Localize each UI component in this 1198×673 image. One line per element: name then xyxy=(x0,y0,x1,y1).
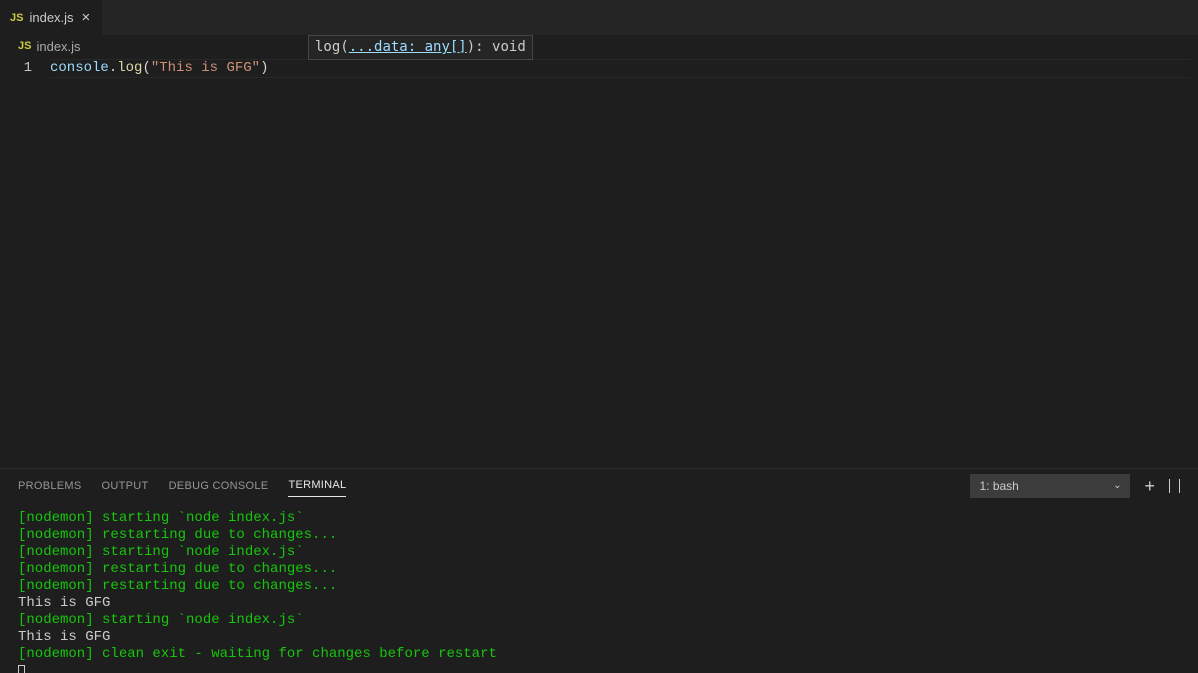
terminal-output[interactable]: [nodemon] starting `node index.js`[nodem… xyxy=(0,502,1198,673)
terminal-line: [nodemon] starting `node index.js` xyxy=(18,612,1180,629)
tab-bar: JS index.js × xyxy=(0,0,1198,35)
terminal-cursor-line[interactable] xyxy=(18,663,1180,673)
panel-tabbar: PROBLEMS OUTPUT DEBUG CONSOLE TERMINAL 1… xyxy=(0,469,1198,502)
terminal-line: [nodemon] restarting due to changes... xyxy=(18,527,1180,544)
tab-output[interactable]: OUTPUT xyxy=(102,475,149,497)
tab-problems[interactable]: PROBLEMS xyxy=(18,475,82,497)
line-gutter: 1 xyxy=(0,57,50,468)
line-number: 1 xyxy=(0,59,32,78)
terminal-line: [nodemon] starting `node index.js` xyxy=(18,544,1180,561)
js-file-icon: JS xyxy=(18,40,31,52)
terminal-line: This is GFG xyxy=(18,629,1180,646)
code-editor[interactable]: 1 log(...data: any[]): void console.log(… xyxy=(0,57,1198,468)
terminal-line: [nodemon] starting `node index.js` xyxy=(18,510,1180,527)
terminal-selector[interactable]: 1: bash ⌄ xyxy=(970,474,1130,498)
editor-tab[interactable]: JS index.js × xyxy=(0,0,103,35)
code-line[interactable]: console.log("This is GFG") xyxy=(50,59,1198,78)
js-file-icon: JS xyxy=(10,12,23,24)
code-content[interactable]: log(...data: any[]): void console.log("T… xyxy=(50,57,1198,468)
terminal-line: [nodemon] restarting due to changes... xyxy=(18,578,1180,595)
tab-debug-console[interactable]: DEBUG CONSOLE xyxy=(169,475,269,497)
tab-label: index.js xyxy=(29,10,73,25)
new-terminal-icon[interactable]: + xyxy=(1144,477,1155,495)
close-icon[interactable]: × xyxy=(80,9,93,26)
bottom-panel: PROBLEMS OUTPUT DEBUG CONSOLE TERMINAL 1… xyxy=(0,468,1198,673)
signature-help-tooltip: log(...data: any[]): void xyxy=(308,35,533,60)
terminal-line: [nodemon] clean exit - waiting for chang… xyxy=(18,646,1180,663)
terminal-line: [nodemon] restarting due to changes... xyxy=(18,561,1180,578)
breadcrumb-label: index.js xyxy=(36,39,80,54)
terminal-selector-label: 1: bash xyxy=(979,479,1018,493)
breadcrumb[interactable]: JS index.js xyxy=(0,35,1198,57)
chevron-down-icon: ⌄ xyxy=(1113,480,1121,491)
split-terminal-icon[interactable] xyxy=(1169,479,1180,493)
tab-terminal[interactable]: TERMINAL xyxy=(288,474,346,497)
terminal-line: This is GFG xyxy=(18,595,1180,612)
terminal-cursor xyxy=(18,665,25,673)
